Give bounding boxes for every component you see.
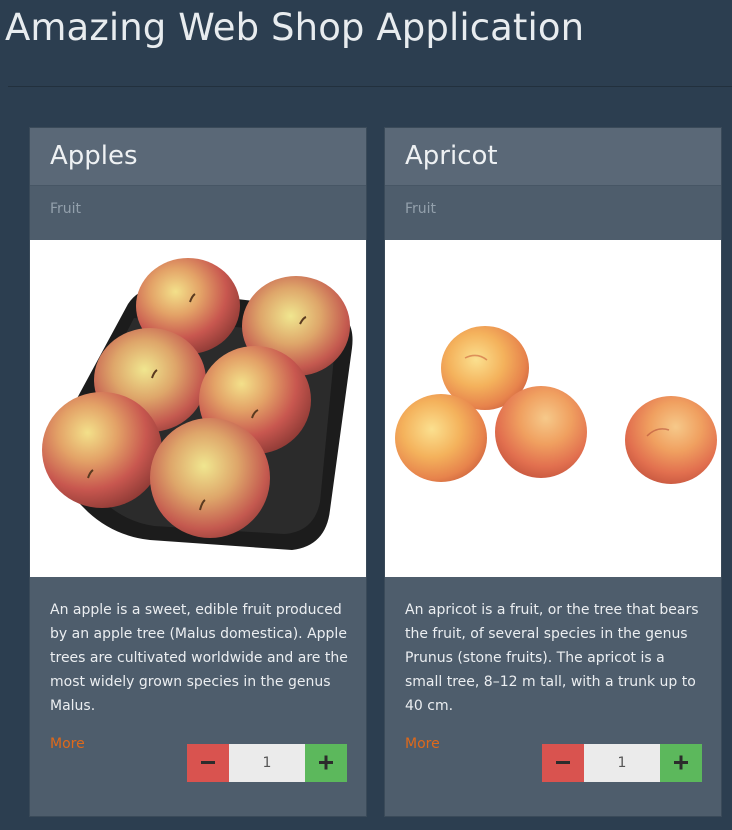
plus-icon bbox=[319, 755, 333, 770]
increment-button[interactable] bbox=[660, 744, 702, 782]
more-link[interactable]: More bbox=[50, 735, 85, 753]
increment-button[interactable] bbox=[305, 744, 347, 782]
product-card-apricot: Apricot Fruit An apricot is a fruit, or … bbox=[384, 127, 722, 817]
quantity-input[interactable] bbox=[229, 744, 305, 782]
product-category: Fruit bbox=[405, 201, 437, 217]
product-card-header: Apricot bbox=[385, 128, 721, 186]
minus-icon bbox=[556, 761, 570, 764]
product-description: An apple is a sweet, edible fruit produc… bbox=[50, 602, 348, 714]
minus-icon bbox=[201, 761, 215, 764]
product-title: Apricot bbox=[405, 141, 498, 171]
product-title: Apples bbox=[50, 141, 138, 171]
decrement-button[interactable] bbox=[542, 744, 584, 782]
quantity-input[interactable] bbox=[584, 744, 660, 782]
decrement-button[interactable] bbox=[187, 744, 229, 782]
plus-icon bbox=[674, 755, 688, 770]
product-image-apricot bbox=[385, 240, 721, 577]
product-category: Fruit bbox=[50, 201, 82, 217]
product-image-apples bbox=[30, 240, 366, 577]
app-title: Amazing Web Shop Application bbox=[5, 6, 585, 49]
header-divider bbox=[8, 86, 732, 87]
quantity-stepper bbox=[542, 744, 702, 782]
product-card-apples: Apples Fruit An apple is a sweet, edible… bbox=[29, 127, 367, 817]
web-shop-page: Amazing Web Shop Application Apples Frui… bbox=[0, 0, 732, 830]
product-card-header: Apples bbox=[30, 128, 366, 186]
product-description: An apricot is a fruit, or the tree that … bbox=[405, 602, 699, 714]
quantity-stepper bbox=[187, 744, 347, 782]
more-link[interactable]: More bbox=[405, 735, 440, 753]
